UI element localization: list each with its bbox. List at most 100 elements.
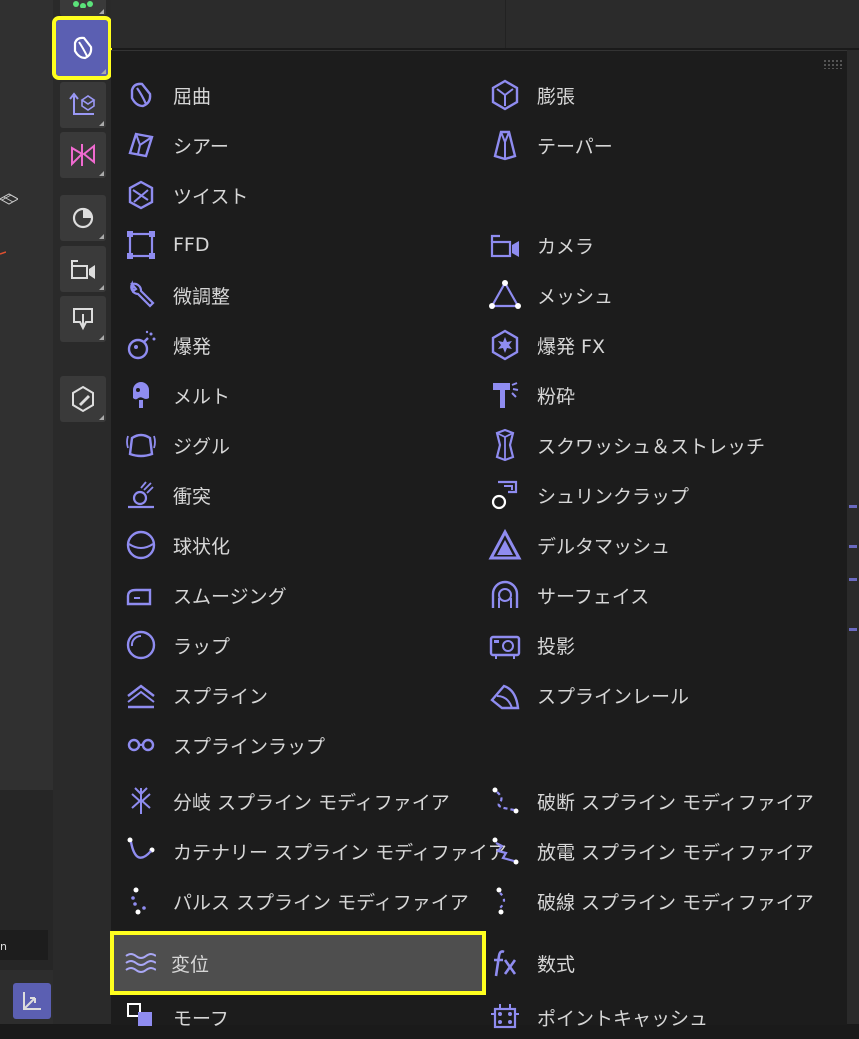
menu-item-morph[interactable]: モーフ [123,995,229,1039]
wrap-icon [123,627,159,663]
menu-item-taper[interactable]: テーパー [487,123,613,167]
menu-item-collision[interactable]: 衝突 [123,473,211,517]
delta-mush-icon [487,527,523,563]
menu-item-label: ツイスト [173,185,249,208]
menu-item-label: スプラインラップ [173,735,326,758]
menu-item-twist[interactable]: ツイスト [123,173,248,217]
menu-item-label: スムージング [173,585,287,608]
menu-item-displace[interactable]: 変位 [110,931,486,995]
menu-item-spherify[interactable]: 球状化 [123,523,230,567]
smoothing-icon [123,577,159,613]
ffd-icon [123,227,159,263]
menu-item-camera[interactable]: カメラ [487,223,594,267]
axis-tool-icon [23,992,41,1010]
menu-item-surface[interactable]: サーフェイス [487,573,649,617]
menu-item-shatter[interactable]: 粉砕 [487,373,575,417]
palette-button-mograph[interactable] [60,132,106,178]
wrench-icon [123,277,159,313]
jiggle-icon [123,427,159,463]
taper-icon [487,127,523,163]
panel-strip [0,930,48,960]
shear-icon [123,127,159,163]
menu-item-label: 投影 [537,635,576,658]
menu-item-melt[interactable]: メルト [123,373,230,417]
menu-item-ffd[interactable]: FFD [123,223,210,267]
palette-button-camera[interactable] [60,246,106,292]
grid-object-icon [0,193,18,205]
displace-icon [121,945,157,981]
spline-wrap-icon [123,727,159,763]
header-bar [111,0,859,48]
palette-button-environment[interactable] [60,195,106,241]
menu-item-label: シアー [173,135,229,158]
menu-item-bulge[interactable]: 膨張 [487,73,575,117]
menu-item-delta-mush[interactable]: デルタマッシュ [487,523,670,567]
viewport-canvas[interactable] [0,0,53,790]
menu-item-label: モーフ [173,1007,229,1030]
menu-item-spline[interactable]: スプライン [123,673,268,717]
viewport-panel[interactable]: n [0,0,53,1024]
menu-item-shrink-wrap[interactable]: シュリンクラップ [487,473,689,517]
menu-item-point-cache[interactable]: ポイントキャッシュ [487,995,708,1039]
menu-item-label: メッシュ [537,285,614,308]
menu-item-jiggle[interactable]: ジグル [123,423,230,467]
bend-icon [123,77,159,113]
menu-item-label: ポイントキャッシュ [537,1007,709,1030]
axis-tool-button[interactable] [13,983,51,1019]
menu-item-catenary-spline-modifier[interactable]: カテナリー スプライン モディファイア [123,829,507,873]
menu-item-squash-stretch[interactable]: スクワッシュ＆ストレッチ [487,423,765,467]
bulge-icon [487,77,523,113]
menu-item-dashed-spline-modifier[interactable]: 破線 スプライン モディファイア [487,879,814,923]
camera-icon [71,260,95,279]
menu-item-label: 数式 [537,953,576,976]
menu-item-discharge-spline-modifier[interactable]: 放電 スプライン モディファイア [487,829,814,873]
explosion-fx-icon [487,327,523,363]
palette-button-deformer[interactable] [52,16,112,80]
menu-item-label: メルト [173,385,231,408]
menu-grip[interactable] [823,59,843,69]
projection-icon [487,627,523,663]
melt-icon [123,377,159,413]
menu-item-explosion-fx[interactable]: 爆発 FX [487,323,605,367]
menu-item-formula[interactable]: 数式 [487,941,575,985]
menu-item-label: 分岐 スプライン モディファイア [173,791,450,814]
palette-button-generator[interactable] [60,0,106,16]
menu-item-break-spline-modifier[interactable]: 破断 スプライン モディファイア [487,779,814,823]
bend-icon [73,36,93,60]
menu-item-label: デルタマッシュ [537,535,671,558]
menu-item-label: 変位 [171,953,210,976]
menu-item-smoothing[interactable]: スムージング [123,573,287,617]
menu-item-label: スプラインレール [537,685,690,708]
menu-item-pulse-spline-modifier[interactable]: パルス スプライン モディファイア [123,879,469,923]
menu-item-label: ラップ [173,635,231,658]
menu-item-label: サーフェイス [537,585,650,608]
menu-item-mesh[interactable]: メッシュ [487,273,613,317]
generator-icon [73,1,93,8]
menu-item-label: FFD [173,234,210,256]
menu-item-explosion[interactable]: 爆発 [123,323,211,367]
menu-item-label: パルス スプライン モディファイア [173,891,469,914]
shatter-icon [487,377,523,413]
dashed-spline-icon [487,883,523,919]
branch-spline-icon [123,783,159,819]
menu-item-label: 破断 スプライン モディファイア [537,791,814,814]
discharge-spline-icon [487,833,523,869]
menu-item-wrap[interactable]: ラップ [123,623,230,667]
menu-item-correction[interactable]: 微調整 [123,273,230,317]
menu-item-shear[interactable]: シアー [123,123,229,167]
palette-button-light[interactable] [60,296,106,342]
menu-item-bend[interactable]: 屈曲 [123,73,211,117]
menu-item-branch-spline-modifier[interactable]: 分岐 スプライン モディファイア [123,779,450,823]
spherify-icon [123,527,159,563]
menu-item-projection[interactable]: 投影 [487,623,575,667]
spotlight-icon [73,308,93,331]
palette-button-edit[interactable] [60,376,106,422]
palette-button-field[interactable] [60,82,106,128]
menu-item-label: ジグル [173,435,231,458]
menu-item-spline-wrap[interactable]: スプラインラップ [123,723,325,767]
point-cache-icon [487,999,523,1035]
menu-item-label: 爆発 [173,335,212,358]
pulse-spline-icon [123,883,159,919]
menu-item-spline-rail[interactable]: スプラインレール [487,673,689,717]
edit-hexagon-icon [72,385,94,413]
